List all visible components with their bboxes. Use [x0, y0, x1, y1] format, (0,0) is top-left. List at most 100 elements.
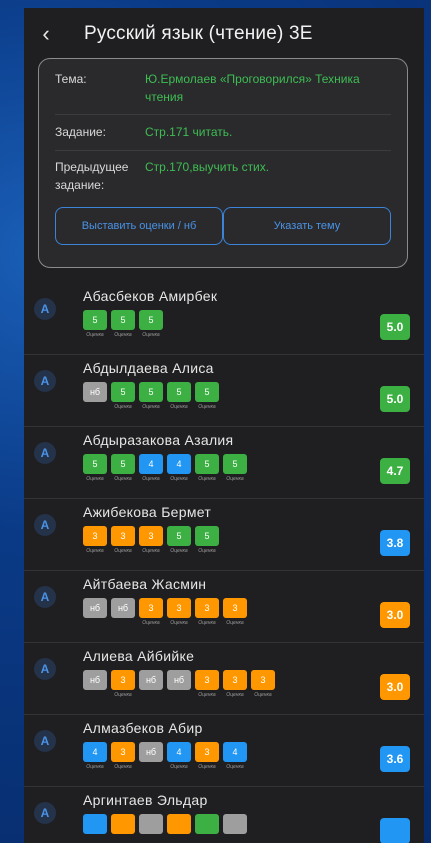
grade-badge[interactable]: 3	[223, 598, 247, 618]
grade-cell[interactable]: 3 Оценка	[195, 598, 219, 626]
grade-badge[interactable]: 5	[195, 454, 219, 474]
grade-badge[interactable]: 3	[111, 742, 135, 762]
grade-badge[interactable]	[83, 814, 107, 834]
grade-badge[interactable]	[139, 814, 163, 834]
grade-cell[interactable]: 4 Оценка	[83, 742, 107, 770]
grade-badge[interactable]: нб	[139, 742, 163, 762]
grade-cell[interactable]: 3 Оценка	[139, 598, 163, 626]
grade-cell[interactable]: нб	[139, 670, 163, 698]
grade-badge[interactable]: 3	[139, 526, 163, 546]
grade-badge[interactable]: 3	[139, 598, 163, 618]
grade-cell[interactable]: 5 Оценка	[167, 382, 191, 410]
grade-cell[interactable]: 4 Оценка	[139, 454, 163, 482]
grade-cell[interactable]	[223, 814, 247, 842]
grade-cell[interactable]: 5 Оценка	[83, 310, 107, 338]
grade-cell[interactable]: 4 Оценка	[167, 454, 191, 482]
grade-badge[interactable]	[111, 814, 135, 834]
grade-cell[interactable]: 5 Оценка	[223, 454, 247, 482]
grade-cell[interactable]	[167, 814, 191, 842]
grade-cell[interactable]: 3 Оценка	[251, 670, 275, 698]
grade-badge[interactable]: нб	[83, 382, 107, 402]
grade-type-label	[195, 836, 219, 842]
grade-cell[interactable]: 5 Оценка	[111, 382, 135, 410]
grade-badge[interactable]: 3	[167, 598, 191, 618]
grade-badge[interactable]: нб	[83, 598, 107, 618]
student-row[interactable]: А Абдыразакова Азалия 5 Оценка 5 Оценка 4 Оценк…	[24, 427, 424, 499]
student-row[interactable]: А Айтбаева Жасмин нб нб 3 Оценка 3 Оценка 3 Оценк…	[24, 571, 424, 643]
student-row[interactable]: А Аргинтаев Эльдар	[24, 787, 424, 843]
grade-cell[interactable]: 3 Оценка	[167, 598, 191, 626]
grade-cell[interactable]	[139, 814, 163, 842]
set-grades-button[interactable]: Выставить оценки / нб	[55, 207, 223, 245]
grade-badge[interactable]: нб	[167, 670, 191, 690]
grade-cell[interactable]: нб	[83, 670, 107, 698]
grade-badge[interactable]: 3	[195, 598, 219, 618]
grade-cell[interactable]: нб	[167, 670, 191, 698]
grade-cell[interactable]: 5 Оценка	[195, 454, 219, 482]
grade-badge[interactable]: 5	[139, 382, 163, 402]
grade-cell[interactable]: 5 Оценка	[111, 454, 135, 482]
grade-cell[interactable]: нб	[111, 598, 135, 626]
grade-badge[interactable]: 5	[167, 526, 191, 546]
grade-cell[interactable]: нб	[83, 598, 107, 626]
grade-cell[interactable]: 3 Оценка	[111, 670, 135, 698]
grade-badge[interactable]: 3	[251, 670, 275, 690]
grade-cell[interactable]: 5 Оценка	[195, 526, 219, 554]
grade-cell[interactable]: 3 Оценка	[83, 526, 107, 554]
grade-cell[interactable]	[195, 814, 219, 842]
grade-cell[interactable]: 3 Оценка	[111, 526, 135, 554]
grade-badge[interactable]: 5	[83, 310, 107, 330]
grade-cell[interactable]: 4 Оценка	[167, 742, 191, 770]
grade-badge[interactable]: 3	[111, 670, 135, 690]
grade-badge[interactable]: 3	[195, 742, 219, 762]
grade-badge[interactable]: 5	[167, 382, 191, 402]
grade-cell[interactable]: 5 Оценка	[195, 382, 219, 410]
grade-cell[interactable]: 5 Оценка	[111, 310, 135, 338]
grade-badge[interactable]: 4	[167, 454, 191, 474]
grade-badge[interactable]: 3	[223, 670, 247, 690]
grade-badge[interactable]: 3	[195, 670, 219, 690]
grade-badge[interactable]: 5	[195, 526, 219, 546]
grade-badge[interactable]: 5	[111, 382, 135, 402]
grade-cell[interactable]: 3 Оценка	[195, 670, 219, 698]
grade-badge[interactable]	[223, 814, 247, 834]
set-topic-button[interactable]: Указать тему	[223, 207, 391, 245]
student-row[interactable]: А Абасбеков Амирбек 5 Оценка 5 Оценка 5 Оценка 5…	[24, 283, 424, 355]
grade-badge[interactable]: нб	[139, 670, 163, 690]
grade-badge[interactable]: 5	[83, 454, 107, 474]
student-row[interactable]: А Алиева Айбийке нб 3 Оценка нб нб 3 Оценка 3 Оцен…	[24, 643, 424, 715]
grade-badge[interactable]: 4	[83, 742, 107, 762]
grade-badge[interactable]: нб	[83, 670, 107, 690]
grade-badge[interactable]: нб	[111, 598, 135, 618]
grade-cell[interactable]	[83, 814, 107, 842]
grade-cell[interactable]: 5 Оценка	[167, 526, 191, 554]
grade-cell[interactable]: 5 Оценка	[139, 382, 163, 410]
grade-cell[interactable]: 3 Оценка	[223, 598, 247, 626]
student-row[interactable]: А Ажибекова Бермет 3 Оценка 3 Оценка 3 Оценка 5 О…	[24, 499, 424, 571]
grade-badge[interactable]: 4	[139, 454, 163, 474]
grade-badge[interactable]: 5	[111, 454, 135, 474]
grade-badge[interactable]: 5	[195, 382, 219, 402]
grade-badge[interactable]: 5	[223, 454, 247, 474]
grade-cell[interactable]: 3 Оценка	[111, 742, 135, 770]
grade-cell[interactable]: 5 Оценка	[139, 310, 163, 338]
grade-cell[interactable]: нб	[139, 742, 163, 770]
student-row[interactable]: А Абдылдаева Алиса нб 5 Оценка 5 Оценка 5 Оценка…	[24, 355, 424, 427]
back-chevron-icon[interactable]: ‹	[24, 21, 68, 47]
grade-badge[interactable]: 3	[111, 526, 135, 546]
grade-badge[interactable]: 4	[223, 742, 247, 762]
grade-badge[interactable]: 5	[111, 310, 135, 330]
grade-cell[interactable]: 4 Оценка	[223, 742, 247, 770]
grade-badge[interactable]	[167, 814, 191, 834]
grade-cell[interactable]: 3 Оценка	[195, 742, 219, 770]
grade-cell[interactable]: 3 Оценка	[223, 670, 247, 698]
grade-badge[interactable]: 3	[83, 526, 107, 546]
grade-cell[interactable]: 3 Оценка	[139, 526, 163, 554]
grade-cell[interactable]	[111, 814, 135, 842]
grade-badge[interactable]: 4	[167, 742, 191, 762]
student-row[interactable]: А Алмазбеков Абир 4 Оценка 3 Оценка нб 4 Оценка 3…	[24, 715, 424, 787]
grade-badge[interactable]	[195, 814, 219, 834]
grade-cell[interactable]: 5 Оценка	[83, 454, 107, 482]
grade-badge[interactable]: 5	[139, 310, 163, 330]
grade-cell[interactable]: нб	[83, 382, 107, 410]
